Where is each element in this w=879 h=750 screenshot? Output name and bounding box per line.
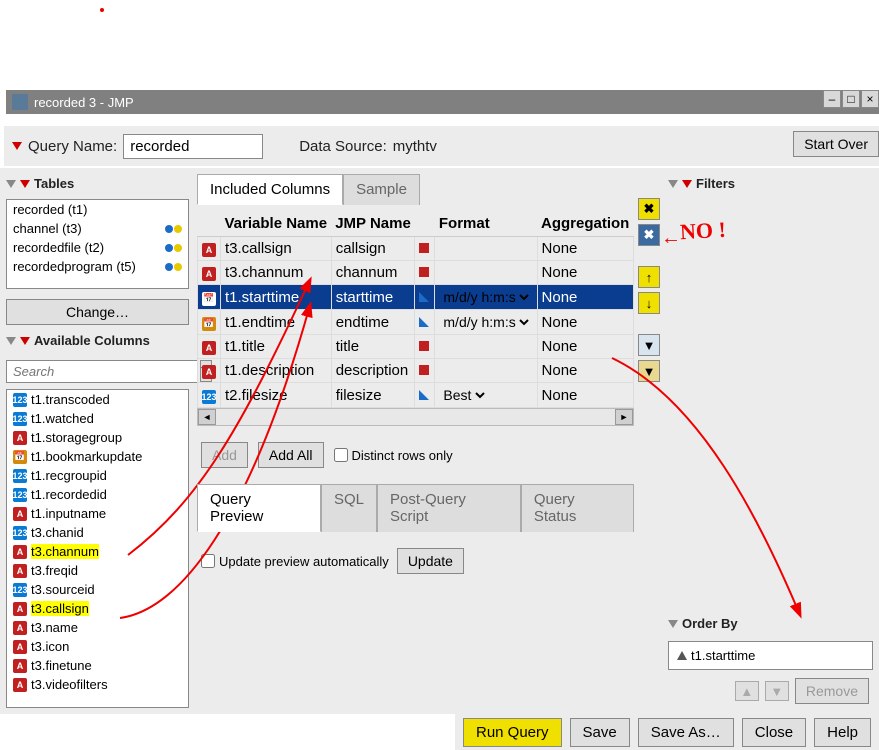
close-window-button[interactable]: × [861,90,879,108]
tab-post-query-script[interactable]: Post-Query Script [377,484,521,532]
column-item[interactable]: At3.name [7,618,188,637]
move-down-button[interactable]: ↓ [638,292,660,314]
scroll-left-icon[interactable]: ◄ [198,409,216,425]
collapse-icon[interactable] [6,337,16,345]
tab-included-columns[interactable]: Included Columns [197,174,343,205]
grid-row[interactable]: At1.titletitleNone [198,335,634,359]
collapse-icon[interactable] [668,180,678,188]
column-item[interactable]: 123t1.watched [7,409,188,428]
tab-sample[interactable]: Sample [343,174,420,205]
column-item[interactable]: 123t3.chanid [7,523,188,542]
filters-header[interactable]: Filters [668,174,873,193]
close-button[interactable]: Close [742,718,806,747]
orderby-header[interactable]: Order By [668,614,873,633]
change-button[interactable]: Change… [6,299,189,325]
run-query-button[interactable]: Run Query [463,718,562,747]
table-item[interactable]: recorded (t1) [7,200,188,219]
minimize-button[interactable]: – [823,90,841,108]
collapse-icon[interactable] [6,180,16,188]
add-all-button[interactable]: Add All [258,442,324,468]
column-item[interactable]: At3.freqid [7,561,188,580]
tables-list[interactable]: recorded (t1)channel (t3)recordedfile (t… [6,199,189,289]
help-button[interactable]: Help [814,718,871,747]
column-item[interactable]: 📅t1.bookmarkupdate [7,447,188,466]
scroll-right-icon[interactable]: ► [615,409,633,425]
footer-buttons: Run Query Save Save As… Close Help [455,714,879,750]
add-filter-button[interactable]: ▼ [638,334,660,356]
available-columns-header[interactable]: Available Columns [6,331,189,350]
column-item[interactable]: 123t1.recgroupid [7,466,188,485]
column-item[interactable]: At1.storagegroup [7,428,188,447]
orderby-remove-button[interactable]: Remove [795,678,869,704]
update-button[interactable]: Update [397,548,464,574]
query-name-label: Query Name: [28,138,117,155]
column-item[interactable]: At3.callsign [7,599,188,618]
orderby-list[interactable]: t1.starttime [668,641,873,670]
data-source-label: Data Source: [299,138,387,155]
table-item[interactable]: recordedfile (t2) [7,238,188,257]
update-preview-checkbox[interactable]: Update preview automatically [201,554,389,569]
orderby-down-button[interactable]: ▼ [765,681,789,701]
grid-row[interactable]: At3.callsigncallsignNone [198,237,634,261]
included-columns-grid[interactable]: Variable Name JMP Name Format Aggregatio… [197,211,634,408]
add-button[interactable]: Add [201,442,248,468]
tables-header[interactable]: Tables [6,174,189,193]
save-button[interactable]: Save [570,718,630,747]
tables-menu-icon[interactable] [20,180,30,188]
start-over-button[interactable]: Start Over [793,131,879,157]
table-item[interactable]: recordedprogram (t5) [7,257,188,276]
window-title: recorded 3 - JMP [34,95,134,110]
column-item[interactable]: At3.videofilters [7,675,188,694]
tab-query-preview[interactable]: Query Preview [197,484,321,532]
add-orderby-button[interactable]: ▼ [638,360,660,382]
formula-button[interactable]: ✖ [638,224,660,246]
tab-sql[interactable]: SQL [321,484,377,532]
collapse-icon[interactable] [668,620,678,628]
orderby-up-button[interactable]: ▲ [735,681,759,701]
save-as-button[interactable]: Save As… [638,718,734,747]
grid-row[interactable]: At1.descriptiondescriptionNone [198,359,634,383]
column-item[interactable]: At3.channum [7,542,188,561]
data-source-value: mythtv [393,138,437,155]
app-icon [12,94,28,110]
column-item[interactable]: 123t1.transcoded [7,390,188,409]
grid-row[interactable]: 📅t1.endtimeendtimem/d/y h:m:sNone [198,310,634,335]
grid-row[interactable]: At3.channumchannumNone [198,261,634,285]
avail-menu-icon[interactable] [20,337,30,345]
column-item[interactable]: At3.finetune [7,656,188,675]
search-input[interactable] [6,360,198,383]
grid-row[interactable]: 📅t1.starttimestarttimem/d/y h:m:sNone [198,285,634,310]
remove-column-button[interactable]: ✖ [638,198,660,220]
table-item[interactable]: channel (t3) [7,219,188,238]
column-item[interactable]: 123t1.recordedid [7,485,188,504]
query-name-input[interactable] [123,134,263,159]
column-item[interactable]: 123t3.sourceid [7,580,188,599]
query-menu-icon[interactable] [12,142,22,150]
orderby-item[interactable]: t1.starttime [673,646,868,665]
distinct-checkbox[interactable]: Distinct rows only [334,448,453,463]
query-toolbar: Query Name: Data Source: mythtv Start Ov… [4,126,879,166]
maximize-button[interactable]: □ [842,90,860,108]
titlebar: recorded 3 - JMP [6,90,879,114]
tab-query-status[interactable]: Query Status [521,484,634,532]
column-item[interactable]: At1.inputname [7,504,188,523]
grid-row[interactable]: 123t2.filesizefilesizeBestNone [198,383,634,408]
grid-scrollbar[interactable]: ◄ ► [197,408,634,426]
move-up-button[interactable]: ↑ [638,266,660,288]
sort-asc-icon [677,651,687,660]
column-item[interactable]: At3.icon [7,637,188,656]
available-columns-list[interactable]: 123t1.transcoded123t1.watchedAt1.storage… [6,389,189,708]
filters-menu-icon[interactable] [682,180,692,188]
